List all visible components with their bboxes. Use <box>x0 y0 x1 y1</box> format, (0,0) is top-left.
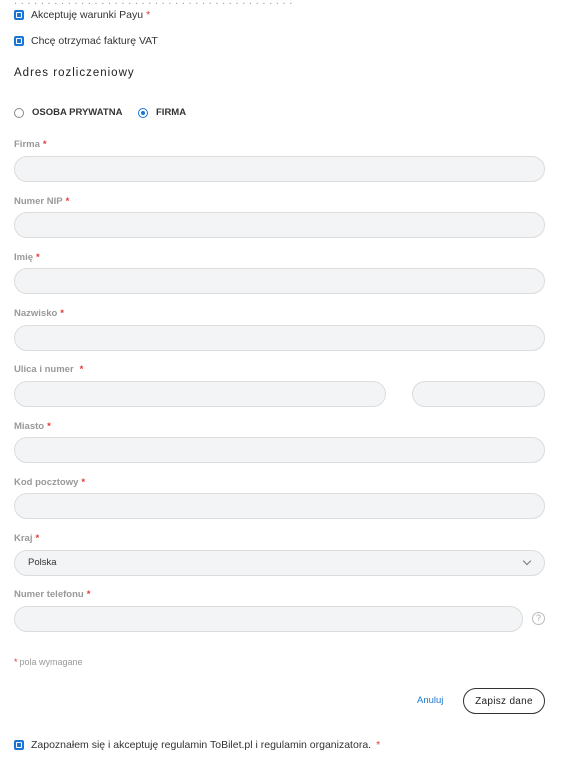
phone-label: Numer telefonu * <box>14 589 91 600</box>
chevron-down-icon <box>522 556 532 566</box>
vat-invoice-checkbox[interactable]: Chcę otrzymać fakturę VAT <box>14 35 158 47</box>
radio-checked-icon[interactable] <box>138 107 148 118</box>
postal-code-label: Kod pocztowy * <box>14 477 86 488</box>
checkbox-checked-icon[interactable] <box>14 10 24 20</box>
city-label: Miasto * <box>14 421 51 432</box>
payu-consent-checkbox[interactable]: Akceptuję warunki Payu * <box>14 9 150 21</box>
billing-address-title: Adres rozliczeniowy <box>14 67 135 79</box>
nip-label: Numer NIP * <box>14 196 70 207</box>
street-label: Ulica i numer * <box>14 364 84 375</box>
checkbox-checked-icon[interactable] <box>14 740 24 750</box>
required-fields-note: * pola wymagane <box>14 657 83 667</box>
radio-company[interactable]: FIRMA <box>138 107 186 118</box>
city-input[interactable] <box>14 437 545 463</box>
payu-consent-label: Akceptuję warunki Payu <box>31 9 144 21</box>
phone-input[interactable] <box>14 606 523 632</box>
terms-consent-label: Zapoznałem się i akceptuję regulamin ToB… <box>31 739 372 751</box>
first-name-input[interactable] <box>14 268 545 294</box>
company-input[interactable] <box>14 156 545 182</box>
postal-code-input[interactable] <box>14 493 545 519</box>
street-number-input[interactable] <box>412 381 545 407</box>
first-name-label: Imię * <box>14 252 40 263</box>
country-selected-value: Polska <box>28 557 57 568</box>
nip-input[interactable] <box>14 212 545 238</box>
vat-invoice-label: Chcę otrzymać fakturę VAT <box>31 35 158 47</box>
cut-off-text: . . . . . . . . . . . . . . . . . . . . … <box>14 0 364 4</box>
street-input[interactable] <box>14 381 386 407</box>
last-name-label: Nazwisko * <box>14 308 64 319</box>
cancel-button[interactable]: Anuluj <box>417 695 443 706</box>
help-icon[interactable]: ? <box>532 612 545 625</box>
terms-consent-checkbox[interactable]: Zapoznałem się i akceptuję regulamin ToB… <box>14 739 380 751</box>
country-select[interactable]: Polska <box>14 550 545 576</box>
country-label: Kraj * <box>14 533 40 544</box>
last-name-input[interactable] <box>14 325 545 351</box>
radio-unchecked-icon[interactable] <box>14 107 24 118</box>
company-label: Firma * <box>14 139 47 150</box>
radio-private-person[interactable]: OSOBA PRYWATNA <box>14 107 122 118</box>
radio-company-label: FIRMA <box>156 107 187 118</box>
radio-private-label: OSOBA PRYWATNA <box>32 107 123 118</box>
required-mark: * <box>376 739 381 751</box>
required-mark: * <box>146 9 151 21</box>
checkbox-checked-icon[interactable] <box>14 36 24 46</box>
save-data-button[interactable]: Zapisz dane <box>463 688 545 714</box>
